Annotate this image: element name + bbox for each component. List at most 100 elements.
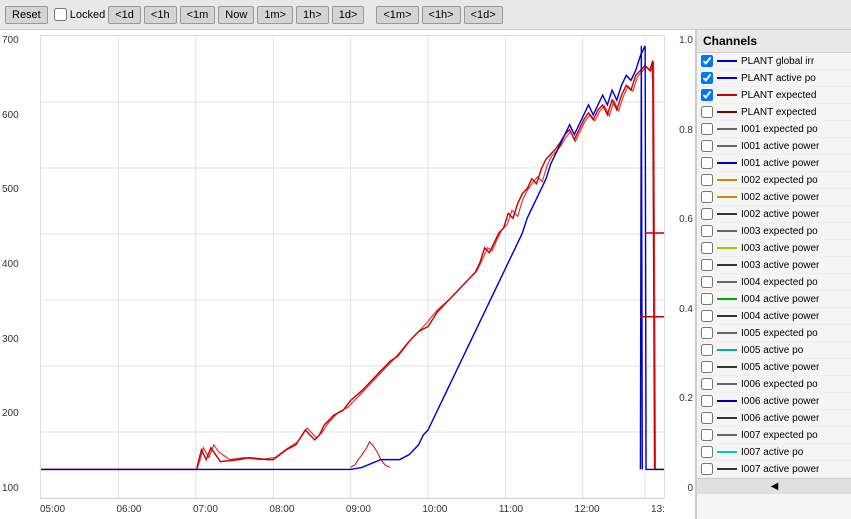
channel-color-indicator — [717, 179, 737, 181]
channel-item: I003 expected po — [697, 223, 851, 240]
channel-checkbox[interactable] — [701, 123, 713, 135]
nav-back-1h[interactable]: <1h — [144, 6, 177, 24]
channel-checkbox[interactable] — [701, 361, 713, 373]
nav-back-1d[interactable]: <1d — [108, 6, 141, 24]
main-container: Reset Locked <1d <1h <1m Now 1m> 1h> 1d>… — [0, 0, 851, 519]
channel-checkbox[interactable] — [701, 208, 713, 220]
channel-checkbox[interactable] — [701, 344, 713, 356]
channel-checkbox[interactable] — [701, 412, 713, 424]
channel-checkbox[interactable] — [701, 242, 713, 254]
channel-list: PLANT global irr PLANT active po PLANT exp… — [697, 53, 851, 478]
channel-label: I007 active power — [741, 464, 819, 475]
channel-color-indicator — [717, 451, 737, 453]
channel-checkbox[interactable] — [701, 378, 713, 390]
nav-fwd-1m[interactable]: 1m> — [257, 6, 293, 24]
channel-color-indicator — [717, 247, 737, 249]
channel-label: I003 active power — [741, 243, 819, 254]
channel-item: PLANT active po — [697, 70, 851, 87]
channel-checkbox[interactable] — [701, 72, 713, 84]
channel-checkbox[interactable] — [701, 106, 713, 118]
channel-checkbox[interactable] — [701, 140, 713, 152]
locked-checkbox-group: Locked — [54, 8, 105, 21]
channel-color-indicator — [717, 366, 737, 368]
channel-checkbox[interactable] — [701, 429, 713, 441]
channel-checkbox[interactable] — [701, 89, 713, 101]
channel-checkbox[interactable] — [701, 463, 713, 475]
channel-color-indicator — [717, 128, 737, 130]
channels-title: Channels — [697, 30, 851, 53]
channel-color-indicator — [717, 468, 737, 470]
zoom-back-1m[interactable]: <1m> — [376, 6, 418, 24]
chart-plot[interactable] — [40, 35, 665, 499]
channel-label: I004 expected po — [741, 277, 818, 288]
channel-checkbox[interactable] — [701, 446, 713, 458]
channel-checkbox[interactable] — [701, 395, 713, 407]
channel-item: I007 expected po — [697, 427, 851, 444]
toolbar: Reset Locked <1d <1h <1m Now 1m> 1h> 1d>… — [0, 0, 851, 30]
channel-color-indicator — [717, 332, 737, 334]
channel-label: I006 active power — [741, 396, 819, 407]
channel-item: I005 active power — [697, 359, 851, 376]
channel-label: PLANT global irr — [741, 56, 814, 67]
channel-checkbox[interactable] — [701, 327, 713, 339]
channel-label: I006 active power — [741, 413, 819, 424]
channel-label: I003 active power — [741, 260, 819, 271]
channel-checkbox[interactable] — [701, 259, 713, 271]
reset-button[interactable]: Reset — [5, 6, 48, 24]
channel-checkbox[interactable] — [701, 174, 713, 186]
channel-item: I005 expected po — [697, 325, 851, 342]
channel-checkbox[interactable] — [701, 276, 713, 288]
channel-item: I001 active power — [697, 138, 851, 155]
channel-color-indicator — [717, 77, 737, 79]
channel-label: I002 expected po — [741, 175, 818, 186]
channel-item: I004 active power — [697, 291, 851, 308]
channel-label: I004 active power — [741, 294, 819, 305]
zoom-back-1d[interactable]: <1d> — [464, 6, 503, 24]
channel-color-indicator — [717, 213, 737, 215]
channel-checkbox[interactable] — [701, 225, 713, 237]
channel-color-indicator — [717, 298, 737, 300]
zoom-back-1h[interactable]: <1h> — [422, 6, 461, 24]
channel-item: I001 expected po — [697, 121, 851, 138]
channel-item: I002 active power — [697, 206, 851, 223]
nav-fwd-1d[interactable]: 1d> — [332, 6, 365, 24]
channel-label: I002 active power — [741, 192, 819, 203]
nav-fwd-1h[interactable]: 1h> — [296, 6, 329, 24]
y-axis-right: 1.0 0.8 0.6 0.4 0.2 0 — [665, 30, 695, 499]
channel-label: I006 expected po — [741, 379, 818, 390]
chart-svg — [41, 36, 664, 498]
channel-color-indicator — [717, 400, 737, 402]
channel-color-indicator — [717, 281, 737, 283]
channel-item: I004 active power — [697, 308, 851, 325]
channel-item: I007 active po — [697, 444, 851, 461]
channel-label: I001 active power — [741, 158, 819, 169]
channel-checkbox[interactable] — [701, 293, 713, 305]
channel-label: I005 active power — [741, 362, 819, 373]
channel-label: I005 expected po — [741, 328, 818, 339]
channel-color-indicator — [717, 315, 737, 317]
channel-item: I007 active power — [697, 461, 851, 478]
channel-label: I004 active power — [741, 311, 819, 322]
nav-now[interactable]: Now — [218, 6, 254, 24]
channel-item: PLANT expected — [697, 87, 851, 104]
channel-color-indicator — [717, 264, 737, 266]
channel-item: I006 active power — [697, 410, 851, 427]
channel-label: I001 expected po — [741, 124, 818, 135]
channel-item: I005 active po — [697, 342, 851, 359]
channel-color-indicator — [717, 383, 737, 385]
channel-label: PLANT active po — [741, 73, 816, 84]
channel-checkbox[interactable] — [701, 55, 713, 67]
channel-color-indicator — [717, 162, 737, 164]
scroll-left-arrow[interactable]: ◀ — [697, 478, 851, 494]
channel-item: I001 active power — [697, 155, 851, 172]
x-axis: 05:00 06:00 07:00 08:00 09:00 10:00 11:0… — [40, 499, 665, 519]
channel-checkbox[interactable] — [701, 191, 713, 203]
nav-back-1m[interactable]: <1m — [180, 6, 216, 24]
channel-checkbox[interactable] — [701, 157, 713, 169]
channel-color-indicator — [717, 145, 737, 147]
channel-color-indicator — [717, 349, 737, 351]
channel-checkbox[interactable] — [701, 310, 713, 322]
locked-checkbox[interactable] — [54, 8, 67, 21]
y-axis-left: 700 600 500 400 300 200 100 — [0, 30, 40, 499]
channel-label: I001 active power — [741, 141, 819, 152]
